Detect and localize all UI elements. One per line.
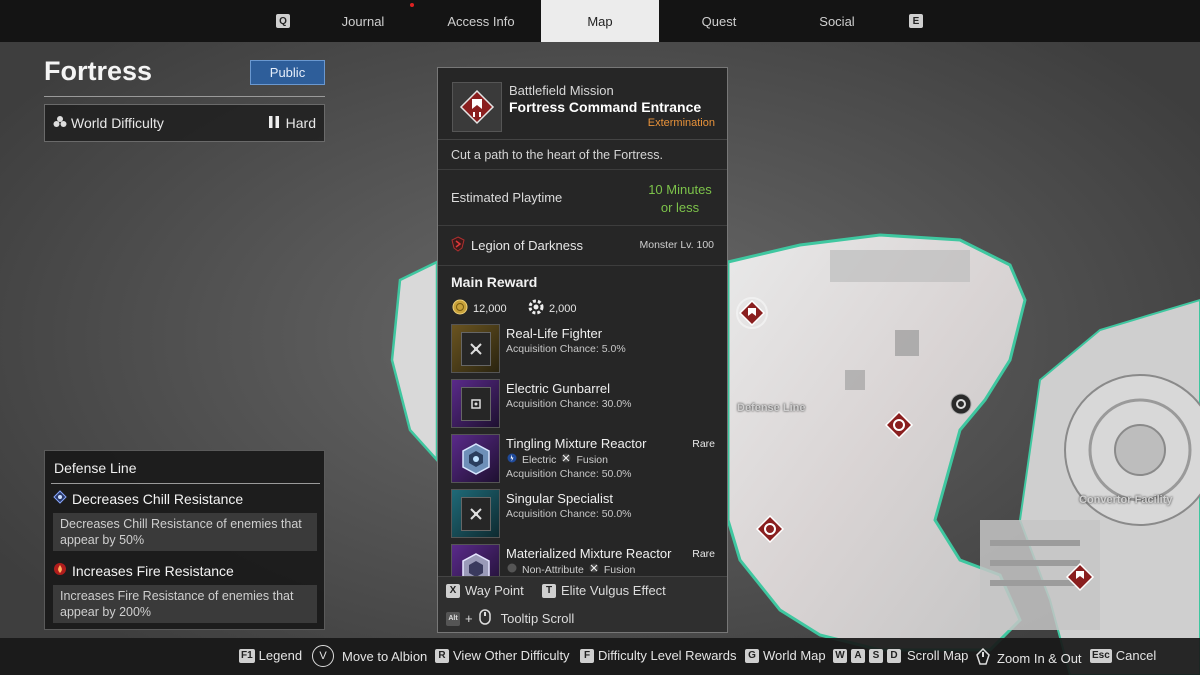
world-difficulty-value: Hard xyxy=(285,115,316,131)
gear-exp-icon xyxy=(528,299,544,318)
vulgus-effect-hint[interactable]: T Elite Vulgus Effect xyxy=(542,583,666,598)
mission-pin[interactable] xyxy=(884,410,914,445)
mission-pin[interactable] xyxy=(755,514,785,549)
hint-zoom[interactable]: Zoom In & Out xyxy=(975,647,1082,669)
difficulty-icon xyxy=(53,115,67,132)
fusion-icon xyxy=(589,563,599,576)
reward-item[interactable]: Tingling Mixture Reactor Rare Electric F… xyxy=(451,434,721,484)
effect-chill: Decreases Chill Resistance xyxy=(53,490,243,507)
reward-item[interactable]: Materialized Mixture Reactor Rare Non-At… xyxy=(451,544,721,576)
tab-social[interactable]: Social xyxy=(778,0,896,42)
tooltip-scroll-hint[interactable]: Alt + Tooltip Scroll xyxy=(446,609,574,628)
mission-header: Battlefield Mission Fortress Command Ent… xyxy=(438,68,727,140)
effect-chill-desc: Decreases Chill Resistance of enemies th… xyxy=(53,513,317,551)
defense-line-title: Defense Line xyxy=(54,460,137,476)
public-button[interactable]: Public xyxy=(250,60,325,85)
mission-description: Cut a path to the heart of the Fortress. xyxy=(451,148,663,162)
reactor-icon xyxy=(451,544,500,576)
mouse-wheel-icon xyxy=(478,609,492,628)
map-label-convertor: Convertor Facility xyxy=(1079,494,1173,506)
reward-item[interactable]: Electric Gunbarrel Acquisition Chance: 3… xyxy=(451,379,721,429)
tab-quest[interactable]: Quest xyxy=(660,0,778,42)
divider xyxy=(51,483,320,484)
bottom-keybind-bar: F1 Legend V Move to Albion R View Other … xyxy=(0,638,1200,675)
mouse-wheel-icon xyxy=(975,647,991,669)
electric-icon xyxy=(507,453,517,466)
reward-module-icon xyxy=(451,324,500,373)
reward-module-icon xyxy=(451,489,500,538)
mission-pin-selected[interactable] xyxy=(735,296,769,335)
chill-icon xyxy=(53,490,67,507)
page-title: Fortress xyxy=(44,56,153,86)
tooltip-footer: X Way Point T Elite Vulgus Effect Alt + … xyxy=(438,576,727,632)
world-difficulty-row[interactable]: World Difficulty Hard xyxy=(44,104,325,142)
gold-coin-icon xyxy=(452,299,468,318)
waypoint-hint[interactable]: X Way Point xyxy=(446,583,524,598)
playtime-label: Estimated Playtime xyxy=(451,190,563,205)
mission-subtype: Extermination xyxy=(647,117,715,129)
reactor-icon xyxy=(451,434,500,483)
monster-level: Monster Lv. 100 xyxy=(639,239,714,251)
reward-module-icon xyxy=(451,379,500,428)
effect-fire: Increases Fire Resistance xyxy=(53,562,234,579)
mission-tooltip: Battlefield Mission Fortress Command Ent… xyxy=(437,67,728,633)
hint-difficulty-rewards[interactable]: F Difficulty Level Rewards xyxy=(580,648,736,663)
hint-scroll-map[interactable]: W A S D Scroll Map xyxy=(833,648,968,663)
gold-reward: 12,000 xyxy=(452,299,507,318)
non-attribute-icon xyxy=(507,563,517,576)
fire-icon xyxy=(53,562,67,579)
reward-list[interactable]: Real-Life Fighter Acquisition Chance: 5.… xyxy=(438,322,727,576)
world-difficulty-label: World Difficulty xyxy=(71,115,164,131)
hint-legend[interactable]: F1 Legend xyxy=(239,648,302,663)
reward-item[interactable]: Singular Specialist Acquisition Chance: … xyxy=(451,489,721,539)
hint-cancel[interactable]: Esc Cancel xyxy=(1090,648,1156,663)
divider xyxy=(438,169,727,170)
tab-journal[interactable]: Journal xyxy=(304,0,422,42)
main-reward-title: Main Reward xyxy=(451,274,538,290)
hint-view-other-difficulty[interactable]: R View Other Difficulty xyxy=(435,648,570,663)
playtime-value: 10 Minutes or less xyxy=(648,182,712,215)
notification-dot xyxy=(410,3,414,7)
divider xyxy=(438,225,727,226)
mission-name: Fortress Command Entrance xyxy=(509,99,702,115)
faction-row: Legion of Darkness xyxy=(451,236,583,255)
effect-fire-desc: Increases Fire Resistance of enemies tha… xyxy=(53,585,317,623)
reward-item[interactable]: Real-Life Fighter Acquisition Chance: 5.… xyxy=(451,324,721,374)
exp-reward: 2,000 xyxy=(528,299,577,318)
divider xyxy=(438,265,727,266)
nav-prev-key[interactable]: Q xyxy=(276,14,290,28)
fusion-icon xyxy=(561,453,571,466)
camera-icon[interactable] xyxy=(950,393,972,420)
hint-world-map[interactable]: G World Map xyxy=(745,648,826,663)
hint-move-to-albion[interactable]: V Move to Albion xyxy=(312,645,427,667)
defense-line-panel: Defense Line Decreases Chill Resistance … xyxy=(44,450,325,630)
top-navigation: Q Journal Access Info Map Quest Social E xyxy=(0,0,1200,42)
faction-name: Legion of Darkness xyxy=(471,238,584,253)
controller-v-icon: V xyxy=(312,645,334,667)
legion-icon xyxy=(451,236,465,255)
mission-type: Battlefield Mission xyxy=(509,83,614,98)
battlefield-mission-icon xyxy=(452,82,502,132)
nav-next-key[interactable]: E xyxy=(909,14,923,28)
mission-pin[interactable] xyxy=(1065,562,1095,597)
pause-bars-icon xyxy=(268,115,280,132)
map-label-defense-line: Defense Line xyxy=(737,402,806,414)
tab-map[interactable]: Map xyxy=(541,0,659,42)
divider xyxy=(44,96,325,97)
tab-access-info[interactable]: Access Info xyxy=(422,0,540,42)
